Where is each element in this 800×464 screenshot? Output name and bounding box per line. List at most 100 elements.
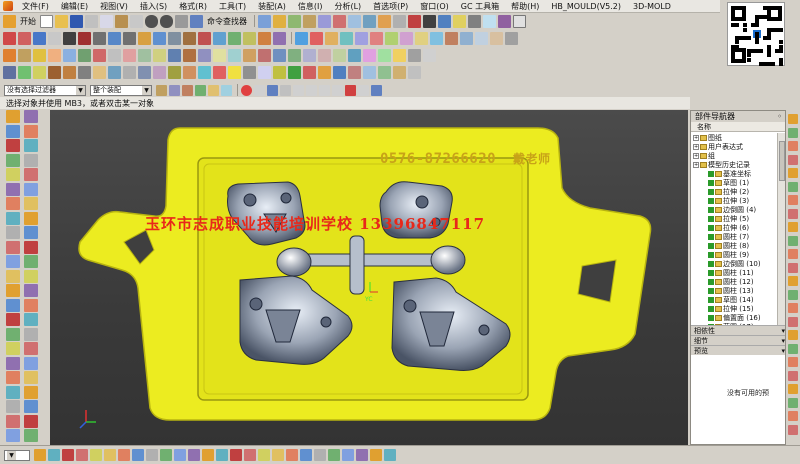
utility-icon[interactable]: [202, 449, 214, 461]
resource-tab-icon[interactable]: [788, 303, 798, 313]
resource-tab-icon[interactable]: [788, 181, 798, 192]
expand-icon[interactable]: +: [693, 134, 699, 141]
utility-icon[interactable]: [90, 449, 102, 461]
start-icon[interactable]: [3, 14, 16, 28]
repeat-command-icon[interactable]: [175, 14, 188, 28]
render-style-icon[interactable]: [348, 65, 361, 79]
snap-view-icon[interactable]: [393, 65, 406, 79]
shell-icon[interactable]: [423, 14, 436, 28]
trim-sheet-icon[interactable]: [445, 31, 458, 45]
tool-icon[interactable]: [24, 110, 38, 123]
snap-existing-point-icon[interactable]: [319, 84, 330, 96]
menu-format[interactable]: 格式(R): [173, 1, 213, 12]
tool-icon[interactable]: [24, 298, 38, 312]
menu-analysis[interactable]: 分析(L): [328, 1, 367, 12]
tool-icon[interactable]: [24, 226, 38, 239]
tool-icon[interactable]: [24, 356, 38, 370]
snap-midpoint-icon[interactable]: [254, 84, 265, 96]
tool-icon[interactable]: [24, 269, 38, 283]
subtract-icon[interactable]: [363, 14, 376, 28]
checkmark-icon[interactable]: [708, 170, 714, 177]
text-curve-icon[interactable]: [138, 31, 151, 45]
utility-icon[interactable]: [62, 449, 74, 461]
utility-icon[interactable]: [300, 449, 312, 461]
surface-icon[interactable]: [295, 31, 308, 45]
tool-icon[interactable]: [6, 327, 20, 341]
tree-node[interactable]: + 用户表达式: [691, 142, 777, 151]
tool-icon[interactable]: [6, 342, 20, 355]
face-rule-icon[interactable]: [208, 84, 219, 96]
open-folder-icon[interactable]: [55, 14, 68, 28]
menu-3d-mold[interactable]: 3D-MOLD: [627, 2, 677, 11]
tool-icon[interactable]: [6, 356, 20, 370]
revolve-icon[interactable]: [288, 14, 301, 28]
menu-window[interactable]: 窗口(O): [414, 1, 455, 12]
unite-icon[interactable]: [348, 14, 361, 28]
redo-icon[interactable]: [160, 14, 173, 28]
utility-icon[interactable]: [384, 449, 396, 461]
tool-icon[interactable]: [6, 414, 20, 428]
resource-tab-icon[interactable]: [788, 222, 798, 232]
offset-region-icon[interactable]: [78, 48, 91, 62]
type-filter-dropdown[interactable]: 没有选择过滤器 ▼: [4, 84, 86, 96]
resource-tab-icon[interactable]: [788, 397, 798, 408]
datum-plane-icon[interactable]: [408, 14, 421, 28]
bounded-plane-icon[interactable]: [400, 31, 413, 45]
perspective-icon[interactable]: [318, 65, 331, 79]
tool-icon[interactable]: [24, 168, 38, 181]
shade-icon[interactable]: [393, 48, 406, 62]
checkmark-icon[interactable]: [708, 287, 714, 294]
resource-tab-icon[interactable]: [788, 289, 798, 300]
sew-icon[interactable]: [355, 31, 368, 45]
measure-distance-icon[interactable]: [18, 65, 31, 79]
offset-face-icon[interactable]: [498, 14, 511, 28]
save-icon[interactable]: [70, 14, 83, 28]
rectangle-icon[interactable]: [78, 31, 91, 45]
command-finder-icon[interactable]: [190, 14, 203, 28]
spline-icon[interactable]: [108, 31, 121, 45]
trim-curve-icon[interactable]: [243, 31, 256, 45]
resource-tab-icon[interactable]: [788, 384, 798, 394]
checkmark-icon[interactable]: [708, 197, 714, 204]
snap-line-icon[interactable]: [280, 84, 291, 96]
replace-face-icon[interactable]: [33, 48, 46, 62]
menu-hb-mould[interactable]: HB_MOULD(V5.2): [545, 2, 627, 11]
utility-icon[interactable]: [342, 449, 354, 461]
new-file-icon[interactable]: [40, 14, 53, 28]
resize-blend-icon[interactable]: [63, 48, 76, 62]
snap-intersection-icon[interactable]: [332, 84, 343, 96]
tool-icon[interactable]: [6, 255, 20, 268]
menu-file[interactable]: 文件(F): [16, 1, 55, 12]
expand-icon[interactable]: +: [693, 161, 699, 168]
resource-tab-icon[interactable]: [788, 343, 798, 354]
ellipse-icon[interactable]: [93, 31, 106, 45]
tool-icon[interactable]: [6, 168, 20, 181]
delete-icon[interactable]: [130, 14, 143, 28]
copy-face-icon[interactable]: [108, 48, 121, 62]
layer-settings-icon[interactable]: [123, 65, 136, 79]
feature-select-icon[interactable]: [195, 84, 206, 96]
tool-icon[interactable]: [24, 124, 38, 138]
tool-icon[interactable]: [24, 371, 38, 384]
resource-tab-icon[interactable]: [788, 357, 798, 367]
utility-icon[interactable]: [188, 449, 200, 461]
background-icon[interactable]: [363, 65, 376, 79]
selection-scope-dropdown[interactable]: 整个装配 ▼: [90, 84, 152, 96]
extension-icon[interactable]: [415, 31, 428, 45]
tool-icon[interactable]: [24, 255, 38, 268]
checkmark-icon[interactable]: [708, 224, 714, 231]
resource-tab-icon[interactable]: [788, 235, 798, 246]
paste-face-icon[interactable]: [138, 48, 151, 62]
tool-icon[interactable]: [6, 385, 20, 399]
tool-icon[interactable]: [24, 197, 38, 210]
tool-icon[interactable]: [24, 414, 38, 428]
tool-icon[interactable]: [6, 313, 20, 326]
translucency-icon[interactable]: [243, 65, 256, 79]
checkmark-icon[interactable]: [708, 206, 714, 213]
thicken-icon[interactable]: [385, 31, 398, 45]
wcs-rotate-icon[interactable]: [168, 65, 181, 79]
arc-icon[interactable]: [18, 31, 31, 45]
pocket-icon[interactable]: [333, 14, 346, 28]
resource-tab-icon[interactable]: [788, 154, 798, 165]
expand-icon[interactable]: +: [693, 143, 699, 150]
